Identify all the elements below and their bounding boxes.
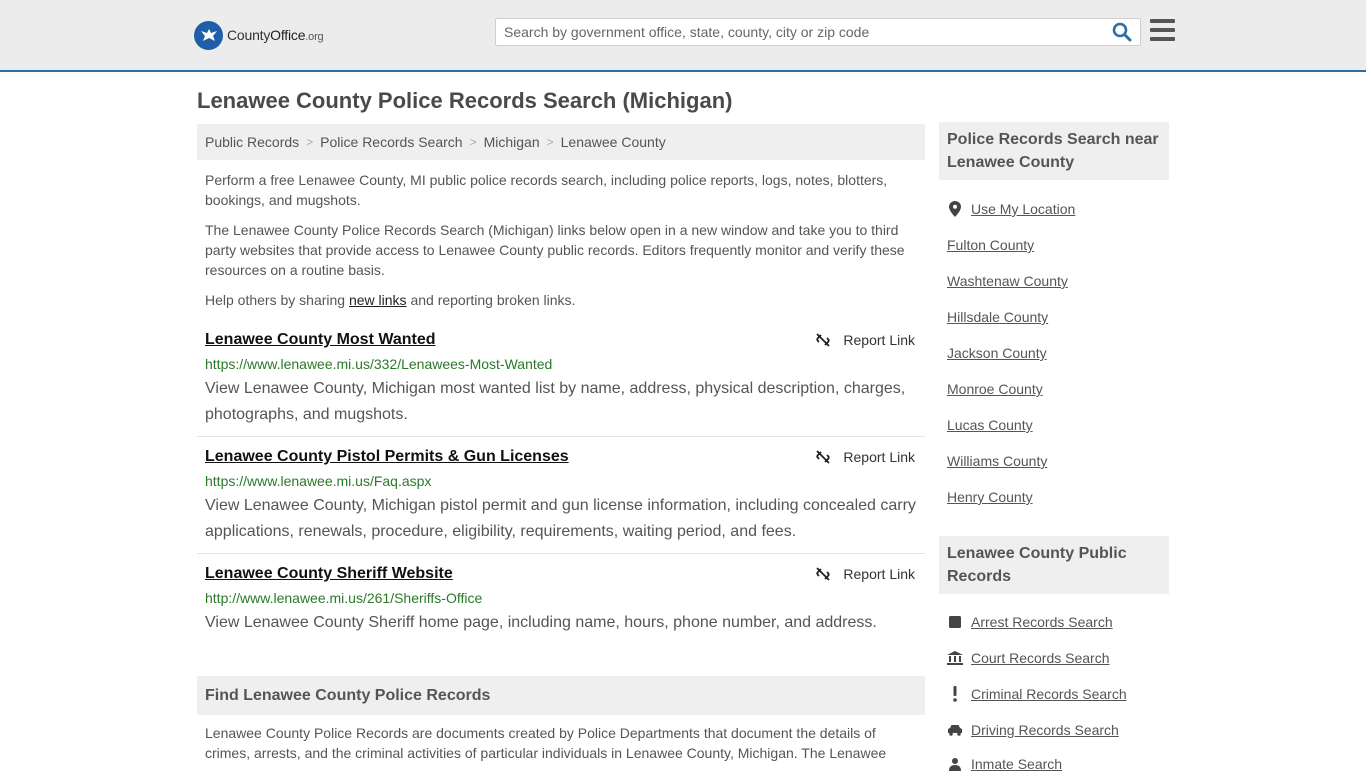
chevron-right-icon: >: [306, 135, 314, 149]
court-records-label: Court Records Search: [971, 650, 1110, 666]
use-my-location-link[interactable]: Use My Location: [947, 201, 1075, 217]
intro-text-after: and reporting broken links.: [406, 292, 576, 308]
nearby-county-link[interactable]: Fulton County: [947, 237, 1034, 253]
list-item: Lenawee County Pistol Permits & Gun Lice…: [197, 448, 925, 548]
list-item: Lenawee County Most Wanted Report Link h…: [197, 331, 925, 431]
intro-text-before: Help others by sharing: [205, 292, 349, 308]
courthouse-icon: [947, 650, 963, 666]
nearby-county-link[interactable]: Washtenaw County: [947, 273, 1068, 289]
exclamation-icon: [947, 686, 963, 702]
intro-paragraph-3: Help others by sharing new links and rep…: [205, 290, 917, 310]
search-button[interactable]: [1112, 22, 1134, 44]
entry-url: https://www.lenawee.mi.us/332/Lenawees-M…: [205, 356, 553, 372]
nearby-county-link[interactable]: Hillsdale County: [947, 309, 1048, 325]
find-section-heading: Find Lenawee County Police Records: [197, 676, 925, 715]
nearby-county-link[interactable]: Jackson County: [947, 345, 1047, 361]
breadcrumb-current: Lenawee County: [560, 134, 666, 150]
entry-url: https://www.lenawee.mi.us/Faq.aspx: [205, 473, 432, 489]
chevron-right-icon: >: [546, 135, 554, 149]
driving-records-link[interactable]: Driving Records Search: [947, 722, 1119, 738]
report-link-label: Report Link: [843, 449, 915, 465]
divider: [197, 553, 925, 554]
court-records-link[interactable]: Court Records Search: [947, 650, 1110, 666]
broken-link-icon: [816, 333, 831, 347]
nearby-county-link[interactable]: Monroe County: [947, 381, 1043, 397]
report-link-button[interactable]: Report Link: [815, 332, 915, 348]
divider: [197, 436, 925, 437]
nearby-county-link[interactable]: Lucas County: [947, 417, 1033, 433]
broken-link-icon: [816, 450, 831, 464]
car-icon: [947, 722, 963, 738]
driving-records-label: Driving Records Search: [971, 722, 1119, 738]
logo-text-county: County: [227, 27, 271, 43]
entry-description: View Lenawee County, Michigan most wante…: [205, 380, 906, 423]
page-title: Lenawee County Police Records Search (Mi…: [197, 88, 733, 113]
entry-url: http://www.lenawee.mi.us/261/Sheriffs-Of…: [205, 590, 483, 606]
intro-paragraph-2: The Lenawee County Police Records Search…: [205, 222, 905, 278]
logo-text-office: Office: [270, 27, 306, 43]
report-link-label: Report Link: [843, 566, 915, 582]
inmate-icon: [947, 756, 963, 772]
search-input[interactable]: [496, 19, 1106, 45]
hamburger-menu-icon[interactable]: [1150, 19, 1175, 43]
arrest-records-link[interactable]: Arrest Records Search: [947, 614, 1113, 630]
square-icon: [947, 614, 963, 630]
arrest-records-label: Arrest Records Search: [971, 614, 1113, 630]
new-links-link[interactable]: new links: [349, 292, 407, 308]
top-header: CountyOffice.org: [0, 0, 1366, 72]
entry-title-link[interactable]: Lenawee County Pistol Permits & Gun Lice…: [205, 448, 569, 466]
search-bar: [495, 18, 1141, 46]
entry-title-link[interactable]: Lenawee County Sheriff Website: [205, 565, 453, 583]
criminal-records-label: Criminal Records Search: [971, 686, 1127, 702]
location-pin-icon: [947, 201, 963, 217]
nearby-county-link[interactable]: Williams County: [947, 453, 1047, 469]
breadcrumb-police-records-search[interactable]: Police Records Search: [320, 134, 462, 150]
sidebar-public-records-heading: Lenawee County Public Records: [939, 536, 1169, 594]
chevron-right-icon: >: [469, 135, 477, 149]
report-link-button[interactable]: Report Link: [815, 566, 915, 582]
nearby-county-link[interactable]: Henry County: [947, 489, 1033, 505]
find-section-text: Lenawee County Police Records are docume…: [205, 725, 887, 761]
search-icon: [1112, 22, 1132, 42]
logo-eagle-icon: [194, 20, 223, 50]
logo-wordmark: CountyOffice.org: [227, 27, 324, 43]
intro-paragraph-1: Perform a free Lenawee County, MI public…: [205, 172, 888, 208]
use-my-location-label: Use My Location: [971, 201, 1076, 217]
report-link-label: Report Link: [843, 332, 915, 348]
sidebar-nearby-heading: Police Records Search near Lenawee Count…: [939, 122, 1169, 180]
broken-link-icon: [816, 567, 831, 581]
entry-description: View Lenawee County Sheriff home page, i…: [205, 614, 877, 631]
breadcrumb-public-records[interactable]: Public Records: [205, 134, 299, 150]
inmate-search-link[interactable]: Inmate Search: [947, 756, 1062, 772]
breadcrumb-michigan[interactable]: Michigan: [484, 134, 540, 150]
breadcrumb: Public Records > Police Records Search >…: [197, 124, 925, 160]
criminal-records-link[interactable]: Criminal Records Search: [947, 686, 1127, 702]
logo-text-tld: .org: [305, 31, 324, 43]
entry-description: View Lenawee County, Michigan pistol per…: [205, 497, 916, 540]
entry-title-link[interactable]: Lenawee County Most Wanted: [205, 331, 436, 349]
list-item: Lenawee County Sheriff Website Report Li…: [197, 565, 925, 645]
site-logo[interactable]: CountyOffice.org: [194, 20, 324, 50]
report-link-button[interactable]: Report Link: [815, 449, 915, 465]
inmate-search-label: Inmate Search: [971, 756, 1063, 772]
